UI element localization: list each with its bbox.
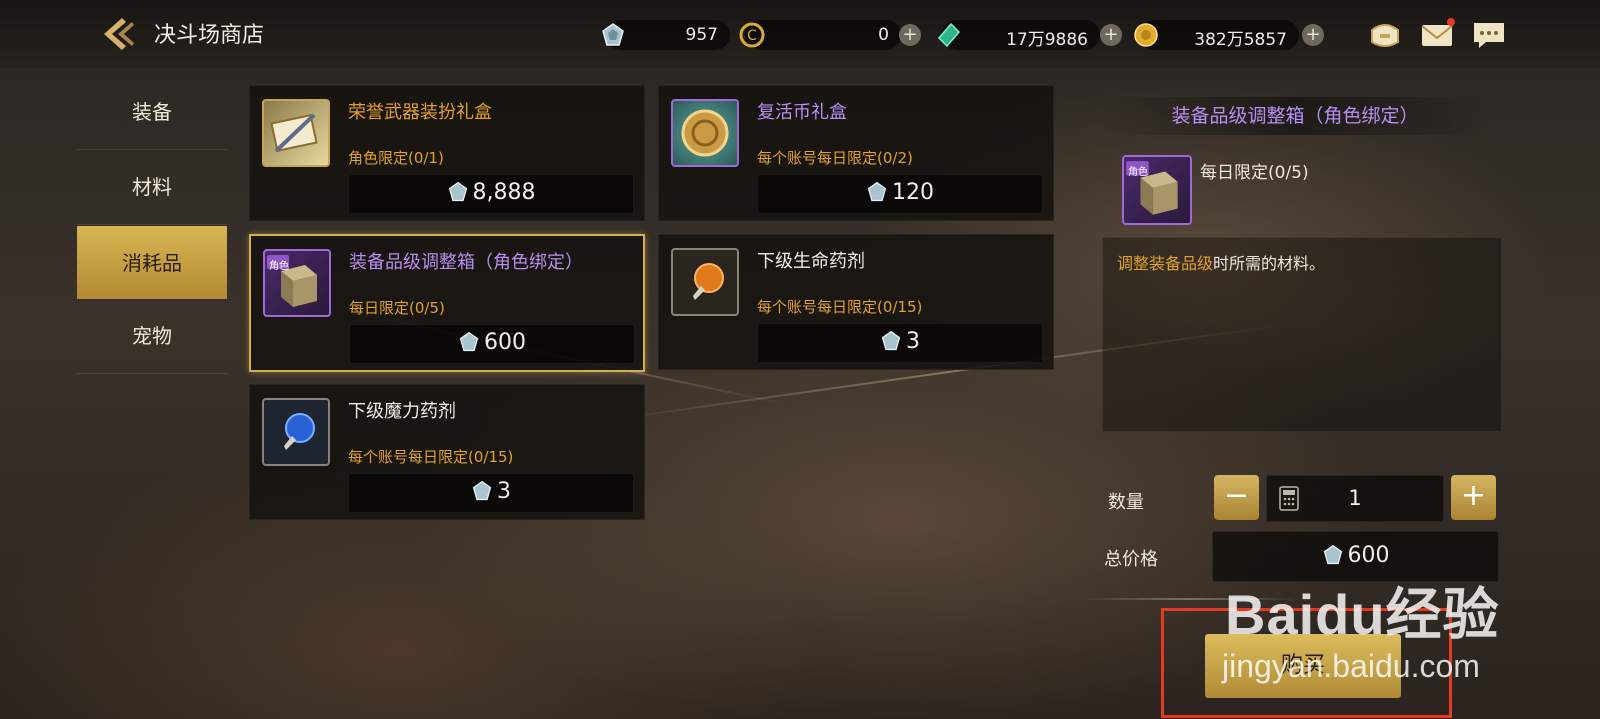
item-name: 荣誉武器装扮礼盒 [348,102,492,123]
item-description-box: 调整装备品级时所需的材料。 [1102,237,1502,432]
price-value: 8,888 [472,180,536,205]
increase-quantity-button[interactable]: + [1451,475,1496,520]
purchase-limit: 每日限定(0/5) [349,299,445,317]
character-bound-badge: 角色 [1128,167,1148,178]
duel-crystal-icon [866,181,888,203]
item-name: 装备品级调整箱（角色绑定） [349,252,583,273]
shop-item-card[interactable]: 复活币礼盒 每个账号每日限定(0/2) 120 [658,85,1054,221]
detail-item-title: 装备品级调整箱（角色绑定） [1100,97,1490,135]
page-title: 决斗场商店 [154,23,265,48]
currency-value: 957 [685,25,718,45]
add-green-gem-button[interactable]: + [1100,24,1122,46]
item-name: 下级魔力药剂 [348,401,456,422]
purchase-limit: 每个账号每日限定(0/15) [757,298,923,316]
price-box: 600 [349,324,635,364]
price-value: 3 [906,329,920,354]
duel-crystal-icon [447,181,469,203]
currency-duel-crystal: 957 [602,20,730,50]
hp-potion-icon [671,248,739,316]
category-sidebar: 装备 材料 消耗品 宠物 [77,75,227,374]
gold-coin-icon [1133,22,1159,48]
duel-crystal-icon [600,22,626,48]
price-box: 8,888 [348,174,634,214]
purchase-limit: 每个账号每日限定(0/2) [757,149,913,167]
back-arrow-icon[interactable] [100,14,140,54]
pouch-icon[interactable] [1366,16,1404,54]
revive-coin-icon [671,99,739,167]
shop-item-card[interactable]: 下级生命药剂 每个账号每日限定(0/15) 3 [658,234,1054,370]
quantity-input[interactable]: 1 [1266,475,1444,522]
price-box: 3 [757,323,1043,363]
category-tab-pets[interactable]: 宠物 [77,299,227,374]
price-value: 120 [892,180,934,205]
background-streak [1080,598,1300,600]
adjust-box-icon: 角色 [263,249,331,317]
price-value: 3 [497,479,511,504]
duel-crystal-icon [1322,544,1344,566]
duel-crystal-icon [880,330,902,352]
category-tab-equipment[interactable]: 装备 [77,75,227,150]
add-gold-c-button[interactable]: + [899,24,921,46]
category-tab-consumables[interactable]: 消耗品 [77,226,227,299]
currency-green-gem: 17万9886 [937,20,1100,50]
quantity-value: 1 [1348,486,1362,510]
weapon-chest-icon [262,99,330,167]
duel-crystal-icon [471,480,493,502]
total-price-label: 总价格 [1104,549,1158,570]
category-tab-materials[interactable]: 材料 [77,150,227,225]
item-name: 复活币礼盒 [757,102,847,123]
quantity-label: 数量 [1108,492,1144,513]
svg-text:C: C [747,28,757,44]
green-gem-icon [936,22,962,48]
detail-purchase-limit: 每日限定(0/5) [1200,163,1309,183]
mail-icon[interactable] [1418,16,1456,54]
price-box: 120 [757,174,1043,214]
highlight-annotation [1161,608,1452,718]
shop-item-card-selected[interactable]: 角色 装备品级调整箱（角色绑定） 每日限定(0/5) 600 [249,234,645,372]
adjust-box-icon: 角色 [1122,155,1192,225]
currency-value: 0 [878,25,889,45]
shop-item-card[interactable]: 下级魔力药剂 每个账号每日限定(0/15) 3 [249,384,645,520]
top-bar: 决斗场商店 957 C 0 + 17万9886 + 382万5857 + [0,0,1600,68]
decrease-quantity-button[interactable]: − [1214,475,1259,520]
shop-item-card[interactable]: 荣誉武器装扮礼盒 角色限定(0/1) 8,888 [249,85,645,221]
character-bound-badge: 角色 [269,261,289,272]
purchase-limit: 角色限定(0/1) [348,149,444,167]
currency-gold-c: C 0 [739,20,901,50]
duel-crystal-icon [458,331,480,353]
total-price-box: 600 [1212,531,1499,582]
purchase-limit: 每个账号每日限定(0/15) [348,448,514,466]
item-description: 调整装备品级时所需的材料。 [1117,254,1326,273]
add-gold-coin-button[interactable]: + [1302,24,1324,46]
price-value: 600 [484,330,526,355]
item-name: 下级生命药剂 [757,251,865,272]
price-box: 3 [348,473,634,513]
currency-value: 17万9886 [1006,30,1088,50]
mp-potion-icon [262,398,330,466]
total-price-value: 600 [1347,543,1390,568]
gold-c-coin-icon: C [739,22,765,48]
currency-value: 382万5857 [1194,30,1287,50]
currency-gold-coin: 382万5857 [1134,20,1299,50]
chat-icon[interactable] [1470,16,1508,54]
